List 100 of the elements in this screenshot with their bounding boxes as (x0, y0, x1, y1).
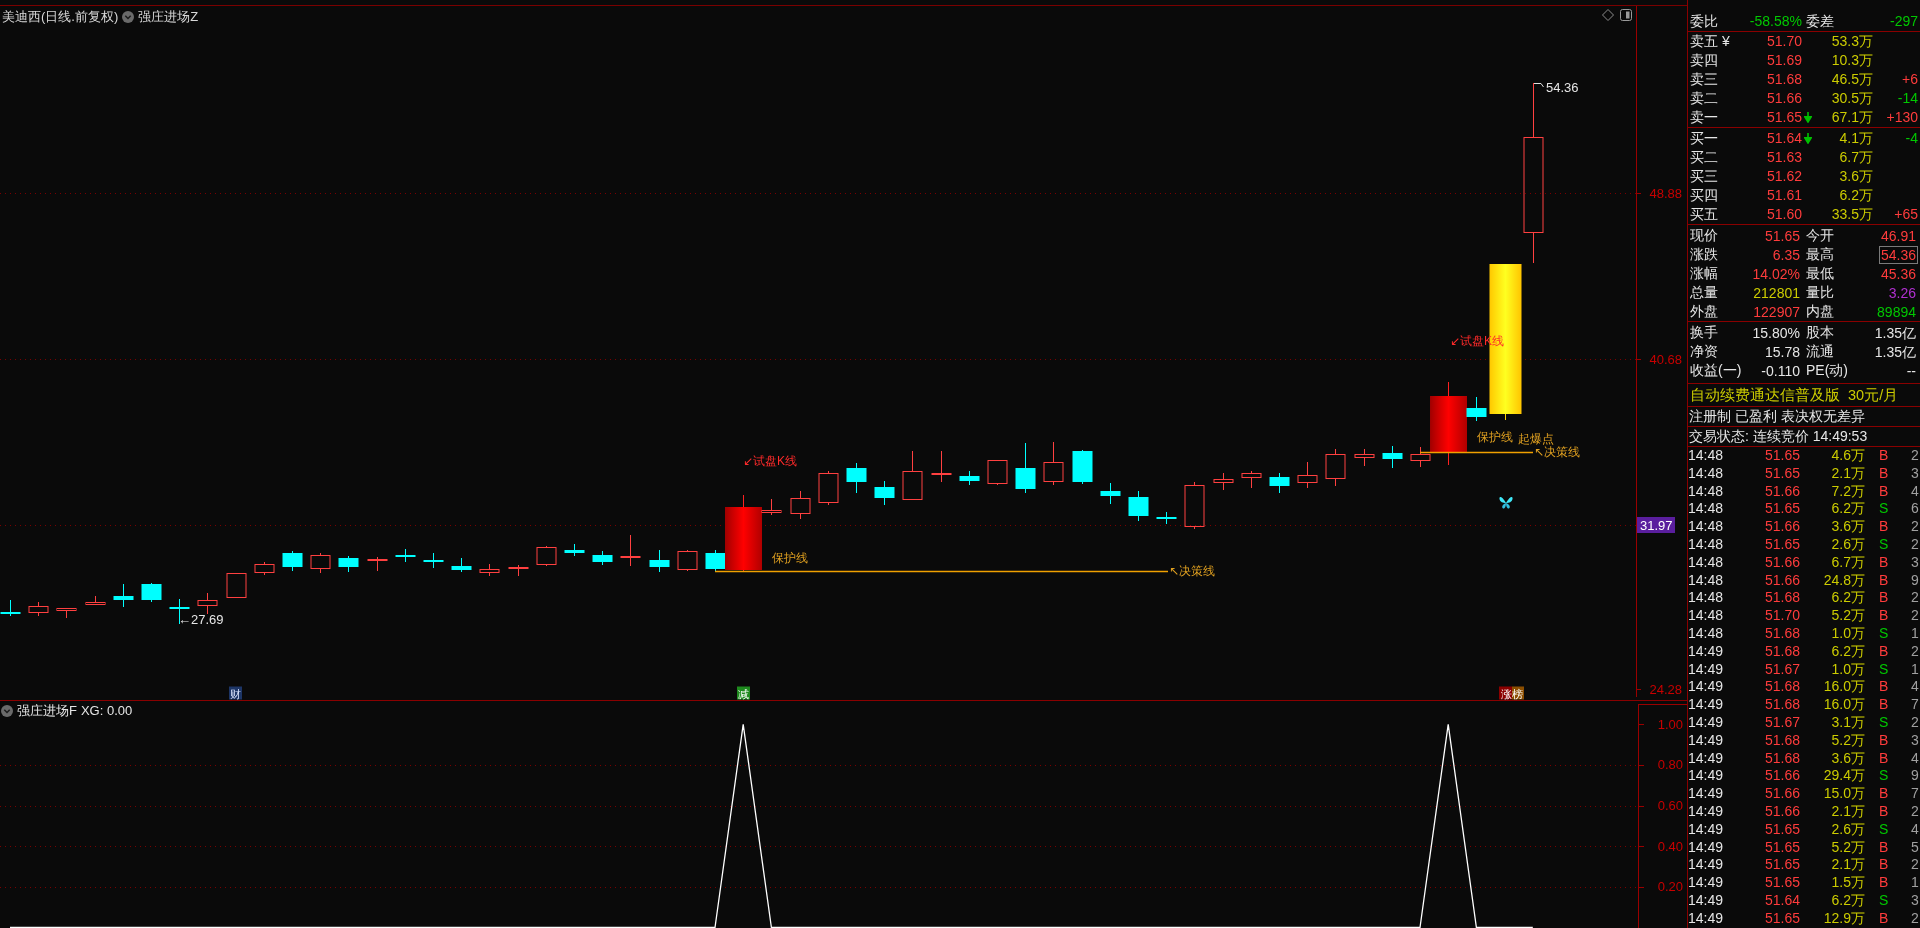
chart-annotation: ↙试盘K线 (743, 454, 798, 468)
trade-price: 51.66 (1763, 571, 1800, 590)
trade-time: 14:49 (1688, 731, 1725, 750)
candlestick (1241, 470, 1262, 489)
trade-volume: 29.4万 (1822, 767, 1865, 786)
price-axis-label: 31.97 (1637, 517, 1675, 533)
candlestick (451, 557, 472, 573)
trade-side: B (1879, 874, 1889, 891)
trade-side: S (1879, 767, 1889, 784)
chart-annotation: 保护线 (1477, 430, 1513, 444)
trade-side: S (1879, 891, 1889, 908)
trade-time: 14:48 (1688, 482, 1725, 501)
quote-value: -0.110 (1760, 361, 1801, 380)
trade-price: 51.65 (1763, 838, 1800, 857)
order-change: +65 (1893, 205, 1918, 224)
trade-volume: 1.0万 (1830, 624, 1865, 643)
order-change: +130 (1885, 108, 1918, 127)
candlestick (254, 561, 275, 576)
axis-tick-label: 0.60 (1657, 798, 1683, 814)
trade-time: 14:48 (1688, 500, 1725, 519)
trade-side: S (1879, 624, 1889, 641)
trade-volume: 2.6万 (1830, 536, 1865, 554)
trade-count: 1 (1910, 874, 1920, 892)
trade-side: S (1879, 820, 1889, 837)
layout-icon[interactable] (1620, 9, 1632, 21)
trade-time: 14:48 (1688, 571, 1725, 590)
trade-volume: 6.2万 (1830, 642, 1865, 661)
trade-side: S (1879, 536, 1889, 552)
trade-volume: 2.6万 (1830, 820, 1865, 839)
order-price: 51.61 (1765, 186, 1802, 205)
trade-side: S (1879, 660, 1889, 677)
trade-side: B (1879, 749, 1889, 766)
quote-label: 最高 (1806, 245, 1834, 264)
order-price: 51.65 (1765, 108, 1802, 127)
trade-price: 51.64 (1763, 891, 1800, 910)
trade-side: B (1879, 447, 1889, 463)
quote-value: 51.65 (1763, 226, 1801, 245)
trade-volume: 5.2万 (1830, 607, 1865, 625)
dropdown-icon[interactable] (122, 10, 135, 23)
quote-value: 1.35亿 (1873, 342, 1917, 361)
trade-price: 51.67 (1763, 660, 1800, 679)
price-text: 30元/月 (1848, 385, 1899, 405)
candlestick (197, 592, 218, 615)
chart-annotation: 起爆点 (1518, 432, 1554, 446)
quote-label: 涨幅 (1690, 264, 1718, 283)
chart-annotation: 保护线 (772, 551, 808, 565)
trade-price: 51.65 (1763, 820, 1800, 839)
trade-count: 4 (1910, 678, 1920, 697)
price-axis-label: 40.68 (1649, 351, 1682, 367)
trade-count: 1 (1910, 624, 1920, 643)
candlestick (902, 450, 923, 501)
dropdown-icon[interactable] (1, 704, 13, 717)
order-label: 买三 (1690, 167, 1719, 186)
chart-annotation: ↖决策线 (1534, 445, 1581, 459)
trade-volume: 2.1万 (1830, 802, 1865, 821)
trade-time: 14:49 (1688, 713, 1725, 732)
diamond-icon[interactable] (1602, 9, 1614, 21)
quote-label: 收益(一) (1690, 361, 1742, 380)
candlestick (113, 583, 134, 608)
trade-side: B (1879, 802, 1889, 819)
trade-status: 交易状态: 连续竞价 14:49:53 (1689, 428, 1868, 444)
order-volume: 53.3万 (1830, 32, 1873, 51)
axis-tick-label: 0.80 (1657, 757, 1683, 773)
candlestick (226, 572, 247, 599)
trade-volume: 3.6万 (1830, 749, 1865, 768)
order-change: -14 (1896, 89, 1918, 108)
low-price-label: ←27.69 (178, 612, 224, 627)
quote-value: 46.91 (1879, 226, 1917, 245)
trade-time: 14:49 (1688, 838, 1725, 857)
promo-text: 自动续费通达信普及版 (1690, 385, 1840, 405)
trade-count: 9 (1910, 571, 1920, 590)
trade-count: 4 (1910, 749, 1920, 768)
quote-value: 54.36 (1878, 245, 1918, 264)
trade-time: 14:49 (1688, 856, 1725, 875)
quote-value: 89894 (1876, 302, 1917, 321)
candlestick (28, 601, 49, 617)
trade-price: 51.68 (1763, 678, 1800, 697)
order-label: 买二 (1690, 148, 1719, 167)
order-volume: 6.7万 (1838, 148, 1873, 167)
trade-side: B (1879, 909, 1889, 926)
trade-side: B (1879, 571, 1889, 588)
candlestick (790, 490, 811, 520)
candlestick (282, 550, 303, 572)
order-price: 51.69 (1765, 51, 1802, 70)
trade-side: S (1879, 500, 1889, 517)
order-price: 51.66 (1765, 89, 1802, 108)
trade-time: 14:48 (1688, 518, 1725, 536)
axis-tick-label: 0.20 (1657, 879, 1683, 895)
candlestick (1269, 472, 1290, 494)
trade-price: 51.65 (1763, 909, 1800, 928)
trade-volume: 1.5万 (1830, 874, 1865, 892)
trade-price: 51.68 (1763, 589, 1800, 608)
trade-count: 4 (1910, 482, 1920, 501)
trade-count: 2 (1910, 909, 1920, 928)
trade-price: 51.68 (1763, 624, 1800, 643)
order-label: 买五 (1690, 205, 1719, 224)
quote-label: 最低 (1806, 264, 1834, 283)
candlestick (1156, 511, 1177, 525)
quote-value: 212801 (1752, 283, 1801, 302)
quote-value: 3.26 (1887, 283, 1917, 302)
